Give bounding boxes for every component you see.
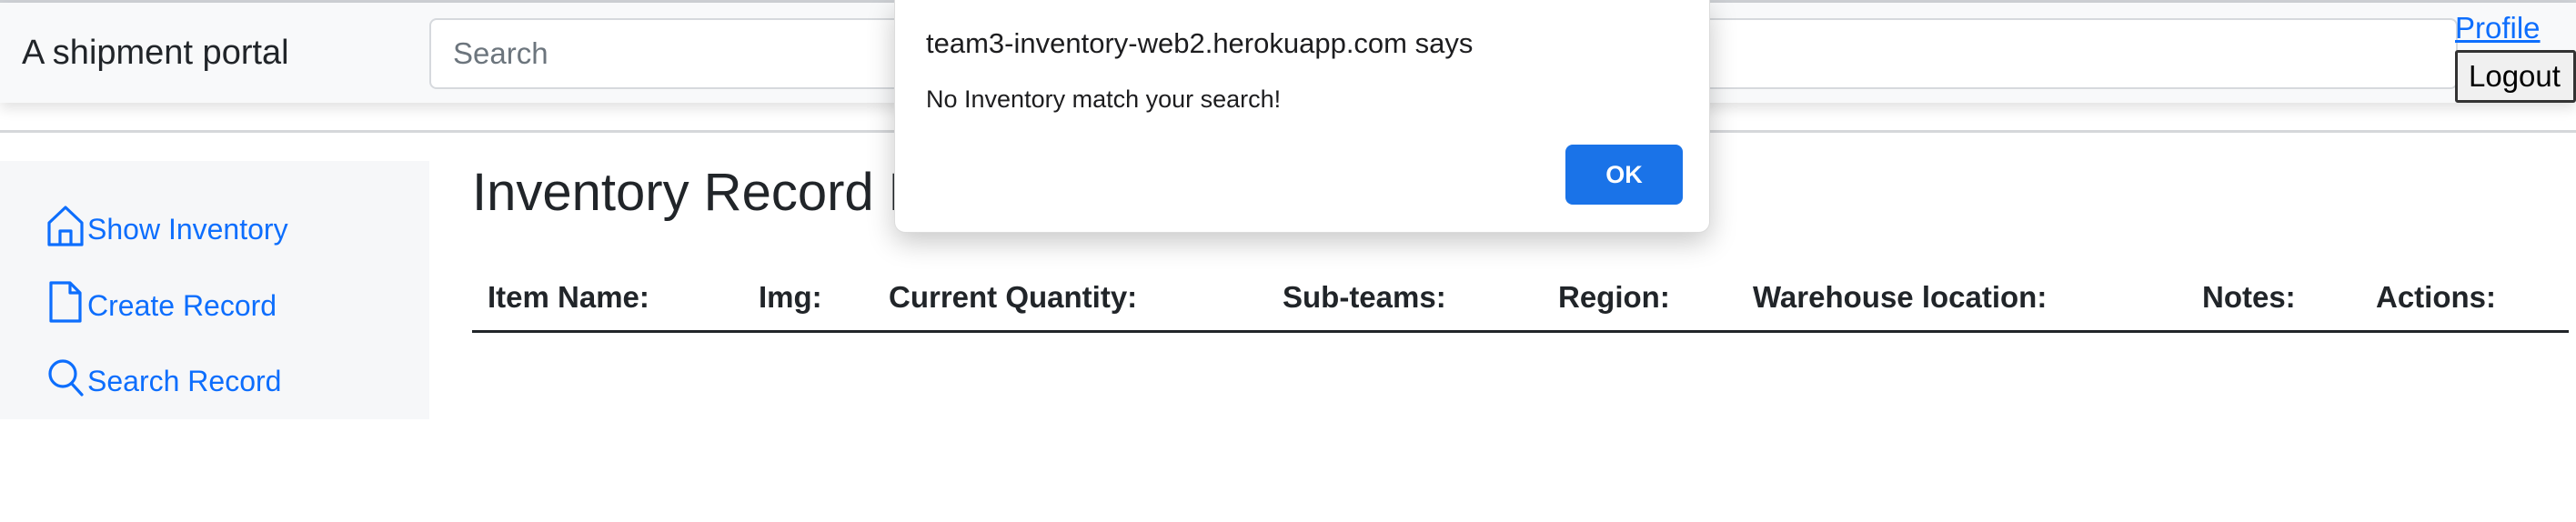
sidebar-item-search-record[interactable]: Search Record — [45, 358, 281, 404]
column-header-img: Img: — [759, 280, 822, 314]
sidebar-item-label: Create Record — [87, 288, 277, 322]
dialog-title: team3-inventory-web2.herokuapp.com says — [926, 27, 1474, 59]
home-icon — [45, 204, 86, 255]
column-header-warehouse-location: Warehouse location: — [1753, 280, 2048, 314]
alert-dialog: team3-inventory-web2.herokuapp.com says … — [894, 0, 1710, 233]
brand-title: A shipment portal — [22, 34, 289, 72]
column-header-notes: Notes: — [2202, 280, 2296, 314]
search-icon — [45, 356, 86, 407]
sidebar-item-label: Show Inventory — [87, 212, 288, 246]
profile-link[interactable]: Profile — [2455, 8, 2541, 48]
file-icon — [45, 280, 86, 331]
sidebar-item-show-inventory[interactable]: Show Inventory — [45, 206, 288, 252]
table-header: Item Name: Img: Current Quantity: Sub-te… — [472, 273, 2569, 333]
sidebar-item-label: Search Record — [87, 364, 282, 397]
column-header-current-quantity: Current Quantity: — [889, 280, 1138, 314]
ok-button[interactable]: OK — [1565, 145, 1683, 205]
sidebar-item-create-record[interactable]: Create Record — [45, 280, 277, 331]
logout-button[interactable]: Logout — [2455, 50, 2576, 103]
column-header-sub-teams: Sub-teams: — [1283, 280, 1446, 314]
column-header-region: Region: — [1558, 280, 1670, 314]
dialog-message: No Inventory match your search! — [926, 85, 1282, 113]
column-header-actions: Actions: — [2376, 280, 2496, 314]
column-header-item-name: Item Name: — [488, 280, 649, 314]
sidebar: Show Inventory Create Record Search Reco… — [0, 161, 429, 419]
